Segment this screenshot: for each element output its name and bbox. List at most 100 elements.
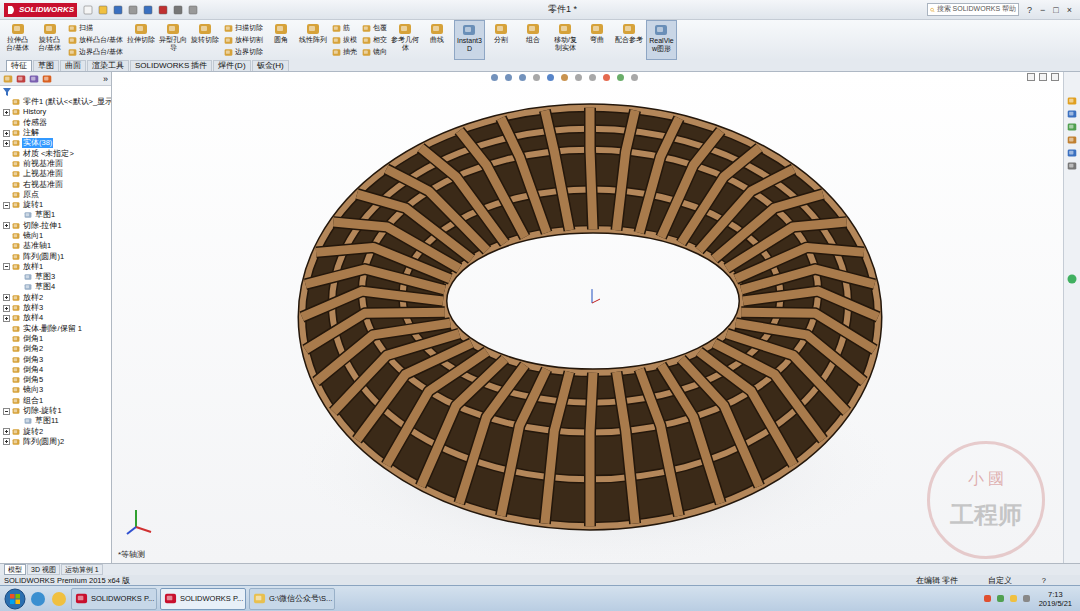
status-units[interactable]: 自定义 [988,576,1012,585]
view-tool-icon[interactable] [630,73,639,82]
tree-item[interactable]: 切除-拉伸1 [0,221,111,231]
window-control-button[interactable]: ? [1025,4,1034,16]
ribbon-small-button[interactable]: 边界凸台/基体 [68,47,123,58]
ribbon-small-button[interactable]: 抽壳 [332,47,357,58]
command-tab[interactable]: 草图 [33,60,59,71]
view-tool-icon[interactable] [518,73,527,82]
tray-icon[interactable] [983,594,992,603]
tree-item[interactable]: 放样3 [0,303,111,313]
torus-model[interactable] [112,72,1063,563]
tree-item[interactable]: 草图1 [0,210,111,220]
taskbar-task[interactable]: G:\微信公众号\S... [249,588,335,610]
view-tool-icon[interactable] [546,73,555,82]
ribbon-button[interactable]: 线性阵列 [298,20,329,60]
quick-access-icon[interactable] [128,5,138,15]
quick-access-icon[interactable] [158,5,168,15]
tree-item[interactable]: 阵列(圆周)2 [0,437,111,447]
status-help[interactable]: ? [1042,576,1046,585]
tree-item[interactable]: 放样2 [0,293,111,303]
tree-item[interactable]: 镜向3 [0,385,111,395]
ribbon-small-button[interactable]: 扫描 [68,23,123,34]
taskbar-task[interactable]: SOLIDWORKS P... [71,588,157,610]
tree-item[interactable]: 前视基准面 [0,159,111,169]
tree-item[interactable]: History [0,107,111,117]
tree-item[interactable]: 放样4 [0,313,111,323]
help-search[interactable]: 搜索 SOLIDWORKS 帮助 [927,3,1019,16]
tree-item[interactable]: 放样1 [0,262,111,272]
tree-item[interactable]: 基准轴1 [0,241,111,251]
ribbon-button[interactable]: 拉伸切除 [126,20,157,60]
command-tab[interactable]: 焊件(D) [213,60,250,71]
view-tool-icon[interactable] [602,73,611,82]
view-tool-icon[interactable] [490,73,499,82]
view-tool-icon[interactable] [504,73,513,82]
pinned-app-icon[interactable] [29,590,47,608]
ribbon-button[interactable]: 异型孔向导 [158,20,189,60]
ribbon-button[interactable]: 拉伸凸台/基体 [2,20,33,60]
quick-access-icon[interactable] [83,5,93,15]
viewport-control-icon[interactable] [1039,73,1047,81]
tree-item[interactable]: 上视基准面 [0,169,111,179]
viewport-control-icon[interactable] [1051,73,1059,81]
ribbon-button[interactable]: RealView图形 [646,20,677,60]
tree-item[interactable]: 倒角5 [0,375,111,385]
tray-icon[interactable] [1022,594,1031,603]
ribbon-button[interactable]: 参考几何体 [390,20,421,60]
tree-item[interactable]: 草图4 [0,282,111,292]
ribbon-button[interactable]: 曲线 [422,20,453,60]
expand-icon[interactable] [3,315,10,322]
tree-item[interactable]: 注解 [0,128,111,138]
view-tool-icon[interactable] [588,73,597,82]
ribbon-button[interactable]: 组合 [518,20,549,60]
expand-pane-icon[interactable] [1067,274,1077,284]
ribbon-button[interactable]: 旋转切除 [190,20,221,60]
ribbon-small-button[interactable]: 拔模 [332,35,357,46]
command-tab[interactable]: 渲染工具 [87,60,129,71]
viewport-control-icon[interactable] [1027,73,1035,81]
tree-item[interactable]: 实体-删除/保留 1 [0,324,111,334]
expand-icon[interactable] [3,428,10,435]
ribbon-small-button[interactable]: 扫描切除 [224,23,263,34]
quick-access-icon[interactable] [188,5,198,15]
tray-icon[interactable] [1009,594,1018,603]
tree-item[interactable]: 实体(38) [0,138,111,148]
logo[interactable]: SOLIDWORKS [4,3,77,17]
collapse-icon[interactable] [3,263,10,270]
tree-item[interactable]: 材质 <未指定> [0,148,111,158]
tree-item[interactable]: 旋转2 [0,427,111,437]
expand-icon[interactable] [3,109,10,116]
ribbon-small-button[interactable]: 镜向 [362,47,387,58]
ribbon-button[interactable]: Instant3D [454,20,485,60]
ribbon-small-button[interactable]: 相交 [362,35,387,46]
ribbon-button[interactable]: 分割 [486,20,517,60]
ribbon-button[interactable]: 移动/复制实体 [550,20,581,60]
graphics-area[interactable]: *等轴测小 國工程师 [112,72,1063,563]
quick-access-icon[interactable] [98,5,108,15]
view-tool-icon[interactable] [574,73,583,82]
command-tab[interactable]: 曲面 [60,60,86,71]
expand-icon[interactable] [3,222,10,229]
ribbon-small-button[interactable]: 筋 [332,23,357,34]
collapse-icon[interactable] [3,202,10,209]
tree-item[interactable]: 草图11 [0,416,111,426]
tray-icon[interactable] [996,594,1005,603]
tree-item[interactable]: 原点 [0,190,111,200]
tree-item[interactable]: 倒角1 [0,334,111,344]
filter-icon[interactable] [3,88,11,96]
expand-icon[interactable] [3,130,10,137]
quick-access-icon[interactable] [143,5,153,15]
window-control-button[interactable]: □ [1051,4,1060,16]
ribbon-button[interactable]: 圆角 [266,20,297,60]
taskbar-task[interactable]: SOLIDWORKS P... [160,588,246,610]
tree-item[interactable]: 组合1 [0,396,111,406]
command-tab[interactable]: SOLIDWORKS 插件 [130,60,212,71]
bottom-tab[interactable]: 3D 视图 [27,564,60,575]
expand-icon[interactable] [3,294,10,301]
tree-item[interactable]: 旋转1 [0,200,111,210]
tree-item[interactable]: 切除-旋转1 [0,406,111,416]
window-control-button[interactable]: × [1065,4,1074,16]
tree-item[interactable]: 镜向1 [0,231,111,241]
expand-icon[interactable] [3,140,10,147]
clock[interactable]: 7:132019/5/21 [1035,590,1076,608]
bottom-tab[interactable]: 运动算例 1 [61,564,103,575]
